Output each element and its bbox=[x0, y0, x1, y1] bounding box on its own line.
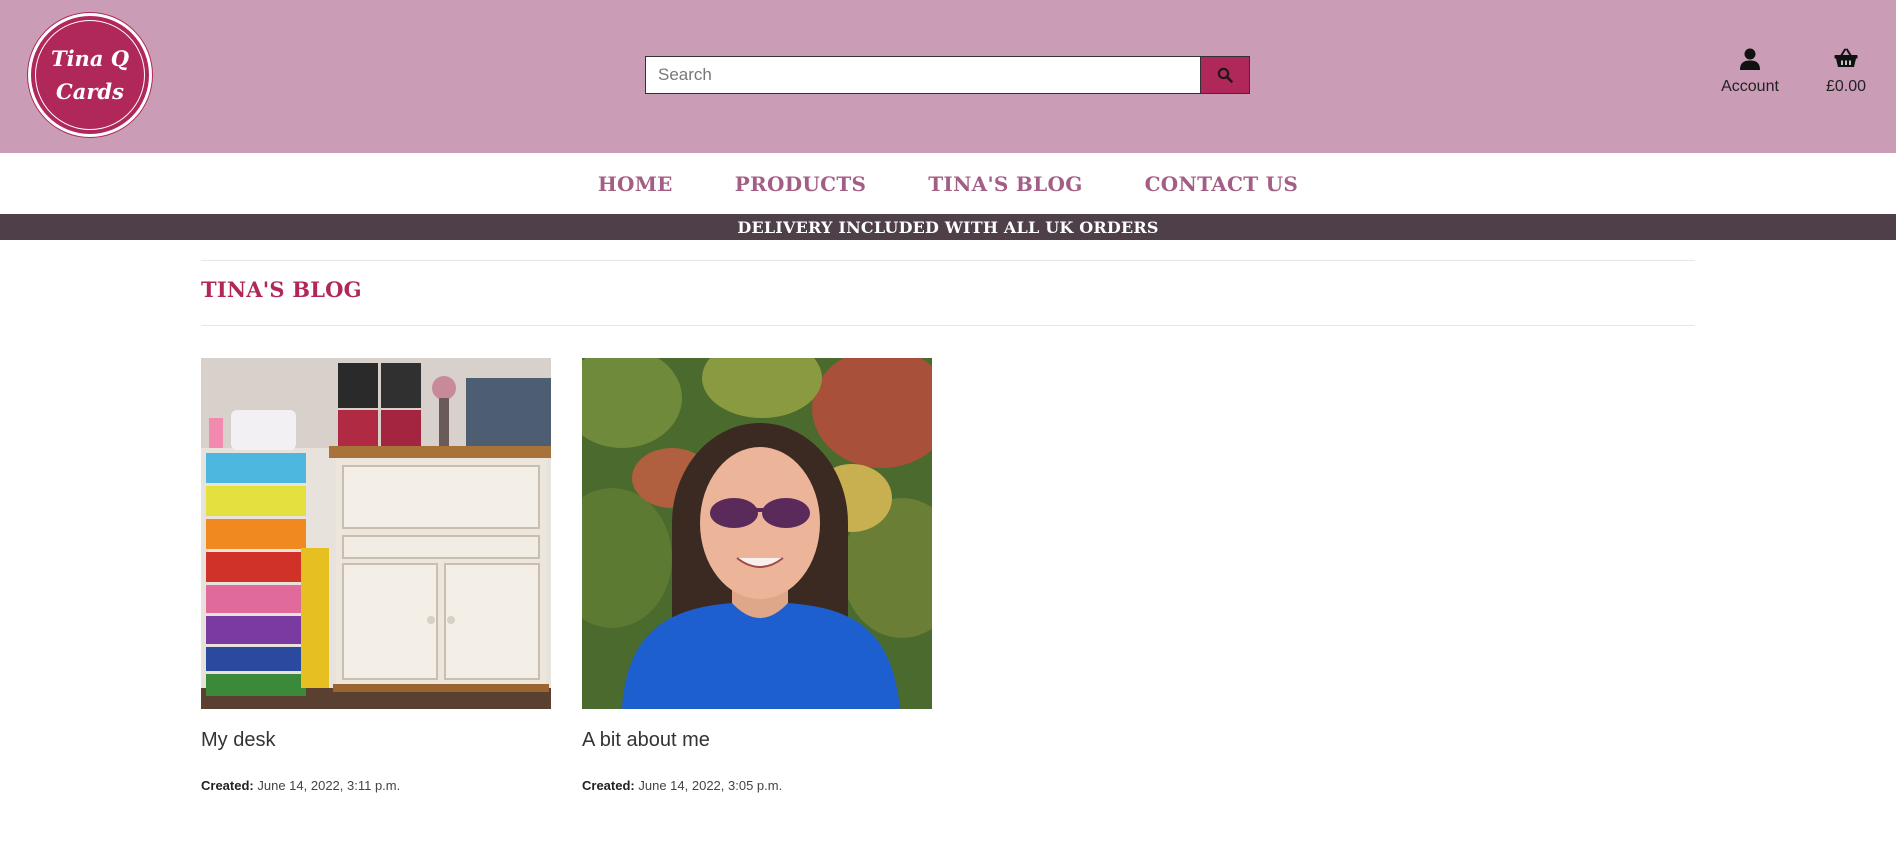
logo-ring: Tina Q Cards bbox=[35, 20, 145, 130]
created-label: Created: bbox=[201, 778, 254, 793]
search-form bbox=[645, 56, 1250, 94]
logo-text-line1: Tina Q bbox=[50, 46, 130, 71]
nav-home[interactable]: Home bbox=[598, 172, 673, 196]
page-title: TINA'S BLOG bbox=[201, 277, 362, 302]
divider-bottom bbox=[201, 325, 1695, 326]
nav-contact-us[interactable]: Contact Us bbox=[1145, 172, 1299, 196]
post-meta: Created: June 14, 2022, 3:05 p.m. bbox=[582, 778, 932, 793]
site-logo[interactable]: Tina Q Cards bbox=[28, 13, 152, 137]
nav-tinas-blog[interactable]: Tina's Blog bbox=[928, 172, 1082, 196]
divider-top bbox=[201, 260, 1695, 261]
cart-total: £0.00 bbox=[1825, 78, 1867, 95]
main-nav: Home Products Tina's Blog Contact Us bbox=[0, 153, 1896, 214]
search-icon bbox=[1217, 67, 1233, 83]
post-title[interactable]: My desk bbox=[201, 729, 551, 752]
post-meta: Created: June 14, 2022, 3:11 p.m. bbox=[201, 778, 551, 793]
blog-post-card: My desk Created: June 14, 2022, 3:11 p.m… bbox=[201, 358, 551, 793]
post-image-desk[interactable] bbox=[201, 358, 551, 709]
blog-post-card: A bit about me Created: June 14, 2022, 3… bbox=[582, 358, 932, 793]
search-input[interactable] bbox=[645, 56, 1201, 94]
basket-icon bbox=[1834, 48, 1858, 67]
nav-products[interactable]: Products bbox=[735, 172, 867, 196]
account-link[interactable]: Account bbox=[1710, 48, 1790, 96]
delivery-banner: DELIVERY INCLUDED WITH ALL UK ORDERS bbox=[0, 214, 1896, 240]
post-image-portrait[interactable] bbox=[582, 358, 932, 709]
post-created-date: June 14, 2022, 3:11 p.m. bbox=[257, 778, 401, 793]
search-button[interactable] bbox=[1200, 56, 1250, 94]
user-icon bbox=[1740, 48, 1760, 70]
post-created-date: June 14, 2022, 3:05 p.m. bbox=[638, 778, 783, 793]
cart-link[interactable]: £0.00 bbox=[1818, 48, 1874, 96]
created-label: Created: bbox=[582, 778, 635, 793]
account-label: Account bbox=[1721, 78, 1779, 95]
post-title[interactable]: A bit about me bbox=[582, 729, 932, 752]
logo-text-line2: Cards bbox=[56, 79, 124, 104]
site-header: Tina Q Cards Account bbox=[0, 0, 1896, 153]
